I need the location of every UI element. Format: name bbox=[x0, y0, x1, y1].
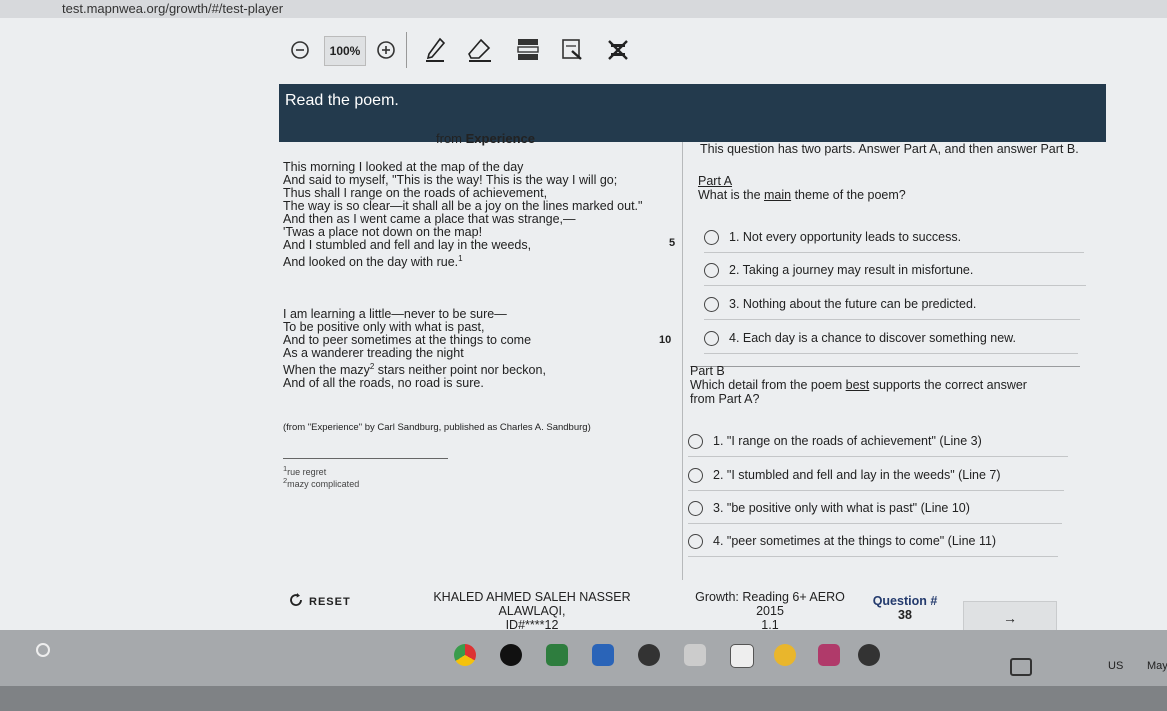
question-counter: Question # 38 bbox=[870, 594, 940, 622]
highlighter-icon[interactable] bbox=[558, 36, 586, 64]
question-panel: This question has two parts. Answer Part… bbox=[688, 142, 1100, 572]
radio-button[interactable] bbox=[688, 533, 703, 549]
app-icon-green[interactable] bbox=[546, 644, 568, 666]
part-b-label: Part B bbox=[690, 364, 725, 378]
date-indicator[interactable]: May bbox=[1147, 660, 1167, 672]
radio-button[interactable] bbox=[688, 433, 703, 449]
poem-line: When the mazy2 stars neither point nor b… bbox=[283, 362, 546, 378]
radio-button[interactable] bbox=[704, 330, 719, 346]
part-b-option-3[interactable]: 3. "be positive only with what is past" … bbox=[688, 493, 1062, 524]
part-b-option-4[interactable]: 4. "peer sometimes at the things to come… bbox=[688, 526, 1058, 557]
part-a-heading: Part A What is the main theme of the poe… bbox=[698, 174, 906, 202]
part-b-option-1[interactable]: 1. "I range on the roads of achievement"… bbox=[688, 426, 1068, 457]
question-label: Question # bbox=[872, 594, 938, 608]
pencil-icon[interactable] bbox=[422, 36, 450, 64]
chrome-icon[interactable] bbox=[454, 644, 476, 666]
tool-toolbar: 100% bbox=[282, 30, 662, 72]
part-a-option-1[interactable]: 1. Not every opportunity leads to succes… bbox=[704, 222, 1084, 253]
radio-button[interactable] bbox=[704, 296, 719, 312]
panel-divider bbox=[682, 142, 683, 580]
test-info: Growth: Reading 6+ AERO 2015 1.1 bbox=[680, 590, 860, 632]
reset-button[interactable]: RESET bbox=[288, 592, 351, 611]
locale-indicator[interactable]: US bbox=[1108, 660, 1123, 672]
next-arrow-icon: → bbox=[1003, 610, 1017, 626]
monitor-bezel bbox=[0, 686, 1167, 711]
settings-icon[interactable] bbox=[858, 644, 880, 666]
part-b-prompt-line2: from Part A? bbox=[690, 392, 760, 406]
part-a-label: Part A bbox=[698, 174, 733, 188]
app-icon-circle[interactable] bbox=[638, 644, 660, 666]
poem-line: And looked on the day with rue.1 bbox=[283, 254, 463, 270]
launcher-icon[interactable] bbox=[36, 643, 50, 657]
reset-icon bbox=[288, 592, 304, 611]
radio-button[interactable] bbox=[704, 262, 719, 278]
zoom-level: 100% bbox=[324, 36, 366, 66]
browser-address-bar[interactable]: test.mapnwea.org/growth/#/test-player bbox=[0, 0, 1167, 18]
poem-stanza-1: This morning I looked at the map of the … bbox=[283, 161, 642, 269]
poem-line: And of all the roads, no road is sure. bbox=[283, 376, 484, 391]
question-intro: This question has two parts. Answer Part… bbox=[700, 142, 1079, 156]
passage-panel: from Experience This morning I looked at… bbox=[283, 128, 683, 568]
app-icon-magenta[interactable] bbox=[818, 644, 840, 666]
zoom-in-icon[interactable] bbox=[372, 36, 400, 64]
part-a-prompt: What is the main theme of the poem? bbox=[698, 188, 906, 202]
app-icon-light[interactable] bbox=[684, 644, 706, 666]
os-taskbar: US May bbox=[0, 630, 1167, 686]
part-a-option-2[interactable]: 2. Taking a journey may result in misfor… bbox=[704, 255, 1086, 286]
part-a-option-3[interactable]: 3. Nothing about the future can be predi… bbox=[704, 289, 1080, 320]
line-number-5: 5 bbox=[669, 237, 676, 249]
question-number: 38 bbox=[898, 608, 912, 622]
line-number-10: 10 bbox=[659, 334, 672, 346]
zoom-out-icon[interactable] bbox=[286, 36, 314, 64]
app-icon-blue[interactable] bbox=[592, 644, 614, 666]
notification-icon[interactable] bbox=[1010, 658, 1032, 676]
test-name: Growth: Reading 6+ AERO 2015 bbox=[695, 590, 845, 618]
poem-line: As a wanderer treading the night bbox=[283, 346, 464, 360]
footnote-2: 2mazy complicated bbox=[283, 476, 360, 489]
radio-button[interactable] bbox=[688, 500, 703, 516]
toolbar-separator bbox=[406, 32, 407, 68]
poem-stanza-2: I am learning a little—never to be sure—… bbox=[283, 308, 546, 390]
poem-line: And I stumbled and fell and lay in the w… bbox=[283, 238, 532, 252]
footnote-rule bbox=[283, 458, 448, 459]
app-icon-screen[interactable] bbox=[730, 644, 754, 668]
radio-button[interactable] bbox=[704, 229, 719, 245]
part-b-prompt: Which detail from the poem best supports… bbox=[690, 378, 1027, 392]
footnote-marker: 1 bbox=[458, 254, 463, 263]
answer-eliminator-icon[interactable] bbox=[604, 36, 632, 64]
student-name: KHALED AHMED SALEH NASSER ALAWLAQI, bbox=[433, 590, 631, 618]
student-info: KHALED AHMED SALEH NASSER ALAWLAQI, ID#*… bbox=[402, 590, 662, 632]
radio-button[interactable] bbox=[688, 467, 703, 483]
instruction-text: Read the poem. bbox=[285, 92, 399, 109]
poem-title: from Experience bbox=[436, 131, 535, 146]
poem-credit: (from "Experience" by Carl Sandburg, pub… bbox=[283, 422, 591, 433]
eraser-icon[interactable] bbox=[466, 36, 494, 64]
line-reader-icon[interactable] bbox=[514, 36, 542, 64]
part-b-heading: Part B Which detail from the poem best s… bbox=[690, 364, 1027, 406]
part-a-option-4[interactable]: 4. Each day is a chance to discover some… bbox=[704, 323, 1078, 354]
app-icon-dark[interactable] bbox=[500, 644, 522, 666]
part-b-option-2[interactable]: 2. "I stumbled and fell and lay in the w… bbox=[688, 460, 1064, 491]
reset-label: RESET bbox=[309, 595, 351, 608]
url-text: test.mapnwea.org/growth/#/test-player bbox=[62, 1, 284, 16]
app-icon-yellow[interactable] bbox=[774, 644, 796, 666]
